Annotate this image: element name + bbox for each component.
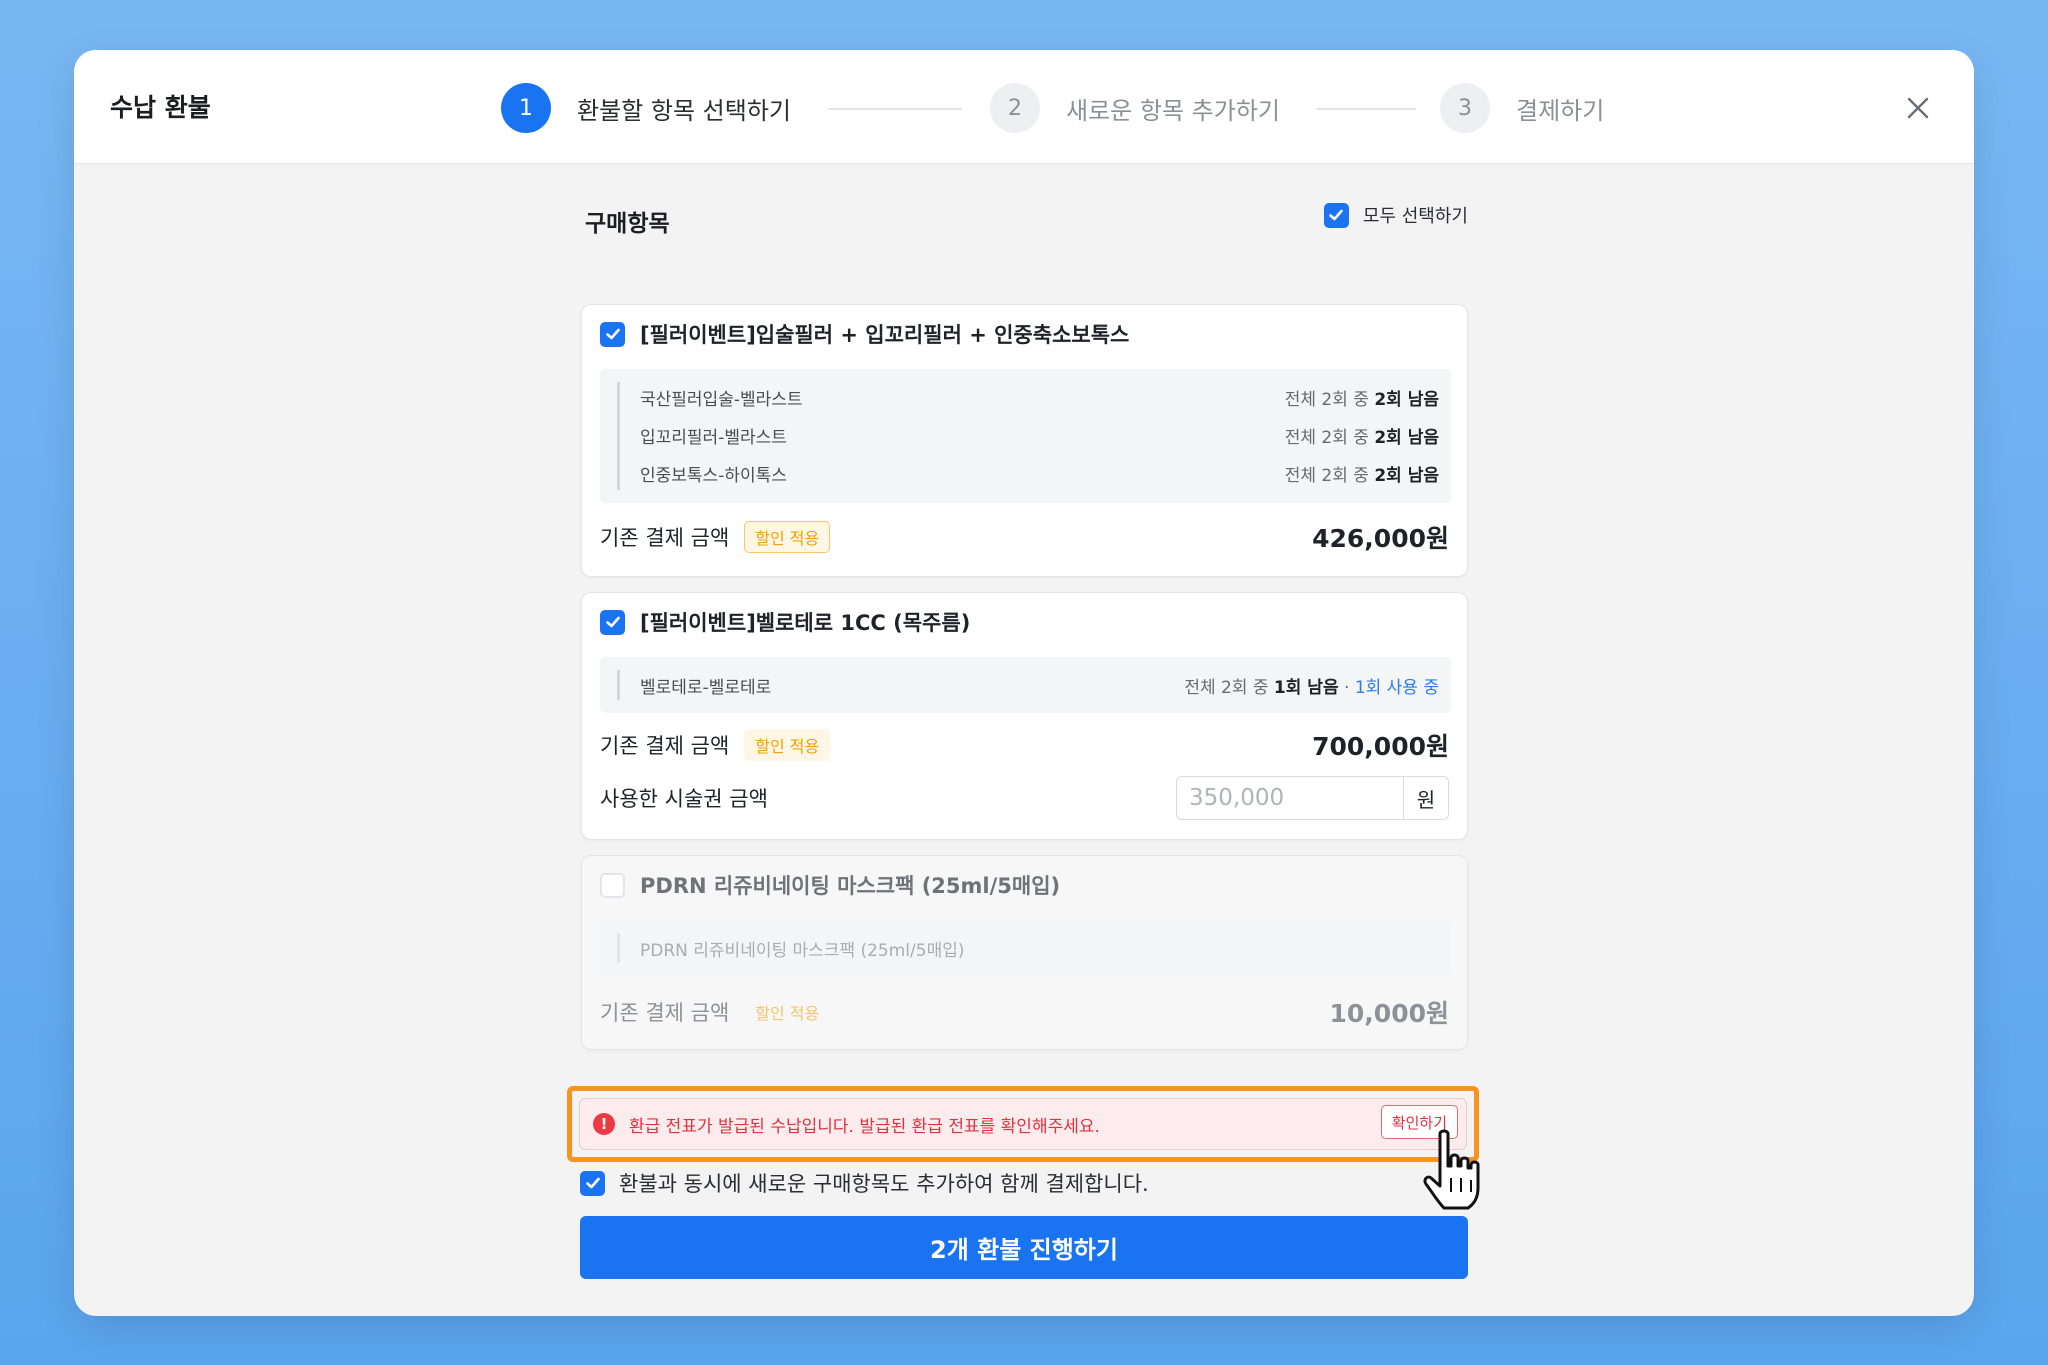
item-name: [필러이벤트]입술필러 + 입꼬리필러 + 인중축소보톡스 [640, 323, 1130, 347]
sub-item-row: 벨로테로-벨로테로 전체 2회 중 1회 남음 · 1회 사용 중 [640, 670, 1439, 700]
checkbox-checked-icon [580, 1170, 605, 1196]
section-header: 구매항목 모두 선택하기 [581, 164, 1468, 237]
price-row: 기존 결제 금액 할인 적용 700,000원 [600, 727, 1449, 763]
checkbox-checked-icon [600, 609, 625, 635]
step-1-number: 1 [501, 83, 551, 133]
alert-message: 환급 전표가 발급된 수납입니다. 발급된 환급 전표를 확인해주세요. [629, 1116, 1100, 1137]
sub-item-row: 인중보톡스-하이톡스 전체 2회 중 2회 남음 [640, 458, 1439, 488]
price-amount: 10,000원 [1329, 999, 1449, 1028]
item-checkbox[interactable]: [필러이벤트]입술필러 + 입꼬리필러 + 인중축소보톡스 [600, 319, 1129, 349]
item-checkbox[interactable]: PDRN 리쥬비네이팅 마스크팩 (25ml/5매입) [600, 870, 1060, 900]
sub-item-list: 국산필러입술-벨라스트 전체 2회 중 2회 남음 입꼬리필러-벨라스트 전체 … [600, 369, 1451, 503]
checkbox-checked-icon [1323, 202, 1349, 228]
proceed-refund-button[interactable]: 2개 환불 진행하기 [580, 1216, 1468, 1279]
also-add-label: 환불과 동시에 새로운 구매항목도 추가하여 함께 결제합니다. [619, 1172, 1149, 1196]
step-1-label: 환불할 항목 선택하기 [577, 96, 791, 125]
price-label: 기존 결제 금액 [600, 734, 730, 758]
purchase-item-card: [필러이벤트]벨로테로 1CC (목주름) 벨로테로-벨로테로 전체 2회 중 … [581, 592, 1468, 840]
price-row: 기존 결제 금액 할인 적용 10,000원 [600, 994, 1449, 1030]
also-add-checkbox[interactable]: 환불과 동시에 새로운 구매항목도 추가하여 함께 결제합니다. [580, 1168, 1149, 1198]
sub-item-name: PDRN 리쥬비네이팅 마스크팩 (25ml/5매입) [640, 940, 965, 961]
hand-cursor-icon [1418, 1128, 1490, 1214]
item-checkbox[interactable]: [필러이벤트]벨로테로 1CC (목주름) [600, 607, 970, 637]
purchase-item-card: [필러이벤트]입술필러 + 입꼬리필러 + 인중축소보톡스 국산필러입술-벨라스… [581, 304, 1468, 577]
sub-item-name: 인중보톡스-하이톡스 [640, 465, 787, 486]
sub-item-row: 국산필러입술-벨라스트 전체 2회 중 2회 남음 [640, 382, 1439, 412]
step-connector [1317, 108, 1416, 110]
in-use-link: 1회 사용 중 [1354, 677, 1439, 698]
select-all-label: 모두 선택하기 [1362, 206, 1468, 227]
sub-item-list: 벨로테로-벨로테로 전체 2회 중 1회 남음 · 1회 사용 중 [600, 657, 1451, 713]
item-name: [필러이벤트]벨로테로 1CC (목주름) [640, 611, 971, 635]
sub-item-name: 입꼬리필러-벨라스트 [640, 427, 787, 448]
sub-item-count: 전체 2회 중 2회 남음 [1284, 465, 1439, 486]
price-amount: 426,000원 [1312, 524, 1449, 553]
refund-alert: ! 환급 전표가 발급된 수납입니다. 발급된 환급 전표를 확인해주세요. 확… [579, 1098, 1467, 1150]
step-3-label: 결제하기 [1516, 96, 1605, 125]
divider [617, 670, 620, 700]
price-row: 기존 결제 금액 할인 적용 426,000원 [600, 519, 1449, 555]
checkbox-unchecked-icon [600, 872, 625, 898]
used-amount-input[interactable]: 350,000 [1176, 776, 1404, 820]
sub-item-count: 전체 2회 중 2회 남음 [1284, 427, 1439, 448]
sub-item-count: 전체 2회 중 2회 남음 [1284, 389, 1439, 410]
step-connector [828, 108, 962, 110]
item-name: PDRN 리쥬비네이팅 마스크팩 (25ml/5매입) [640, 874, 1061, 898]
sub-item-row: 입꼬리필러-벨라스트 전체 2회 중 2회 남음 [640, 420, 1439, 450]
sub-item-row: PDRN 리쥬비네이팅 마스크팩 (25ml/5매입) [640, 933, 1439, 963]
step-2-label: 새로운 항목 추가하기 [1066, 96, 1280, 125]
step-3: 3 결제하기 [1440, 83, 1604, 133]
close-icon[interactable] [1898, 88, 1938, 128]
sub-item-name: 국산필러입술-벨라스트 [640, 389, 803, 410]
checkbox-checked-icon [600, 321, 625, 347]
sub-item-count: 전체 2회 중 1회 남음 · 1회 사용 중 [1184, 677, 1439, 698]
discount-badge: 할인 적용 [755, 1004, 820, 1023]
section-title: 구매항목 [585, 211, 670, 237]
content: 구매항목 모두 선택하기 [필러이벤트]입술필러 + 입꼬리필러 + 인중축소보… [581, 164, 1468, 1050]
discount-badge: 할인 적용 [744, 521, 831, 553]
select-all-checkbox[interactable]: 모두 선택하기 [1323, 202, 1468, 228]
price-label: 기존 결제 금액 [600, 1001, 730, 1025]
alert-icon: ! [593, 1113, 615, 1135]
divider [617, 933, 620, 963]
modal-header: 수납 환불 1 환불할 항목 선택하기 2 새로운 항목 추가하기 3 결제하기 [74, 50, 1974, 164]
used-amount-label: 사용한 시술권 금액 [600, 787, 768, 811]
modal-title: 수납 환불 [110, 93, 211, 122]
alert-highlight: ! 환급 전표가 발급된 수납입니다. 발급된 환급 전표를 확인해주세요. 확… [567, 1086, 1479, 1162]
used-amount-row: 사용한 시술권 금액 350,000 원 [600, 776, 1449, 820]
price-label: 기존 결제 금액 [600, 526, 730, 550]
price-amount: 700,000원 [1312, 732, 1449, 761]
purchase-item-card: PDRN 리쥬비네이팅 마스크팩 (25ml/5매입) PDRN 리쥬비네이팅 … [581, 855, 1468, 1050]
divider [617, 382, 620, 490]
sub-item-list: PDRN 리쥬비네이팅 마스크팩 (25ml/5매입) [600, 920, 1451, 976]
discount-badge: 할인 적용 [744, 729, 831, 761]
currency-unit: 원 [1404, 776, 1449, 820]
step-3-number: 3 [1440, 83, 1490, 133]
step-1: 1 환불할 항목 선택하기 [501, 83, 791, 133]
sub-item-name: 벨로테로-벨로테로 [640, 677, 772, 698]
step-2: 2 새로운 항목 추가하기 [990, 83, 1280, 133]
step-2-number: 2 [990, 83, 1040, 133]
